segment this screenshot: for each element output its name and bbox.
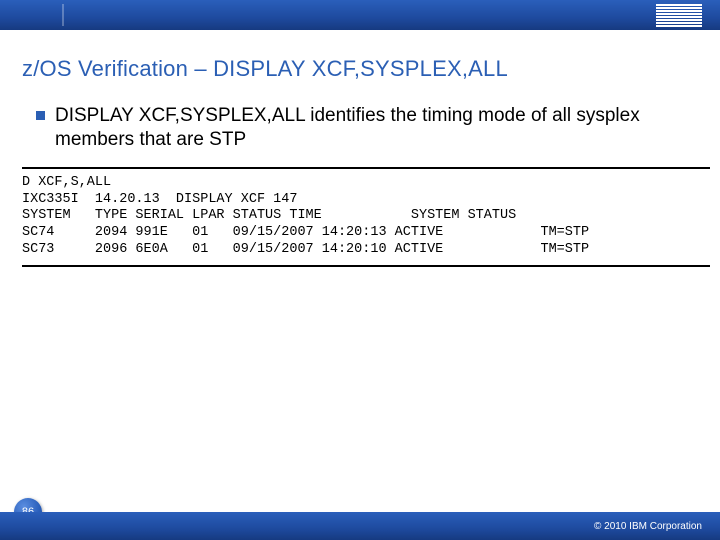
bullet-item: DISPLAY XCF,SYSPLEX,ALL identifies the t… <box>22 104 710 153</box>
square-bullet-icon <box>36 111 45 120</box>
top-bar <box>0 0 720 30</box>
ibm-logo-icon <box>656 4 702 27</box>
topbar-separator <box>62 4 64 26</box>
bullet-text: DISPLAY XCF,SYSPLEX,ALL identifies the t… <box>55 104 710 153</box>
slide-title: z/OS Verification – DISPLAY XCF,SYSPLEX,… <box>22 56 710 82</box>
bottom-bar: © 2010 IBM Corporation <box>0 512 720 540</box>
copyright-text: © 2010 IBM Corporation <box>594 521 702 532</box>
slide-content: z/OS Verification – DISPLAY XCF,SYSPLEX,… <box>0 30 720 267</box>
terminal-output: D XCF,S,ALL IXC335I 14.20.13 DISPLAY XCF… <box>22 167 710 267</box>
